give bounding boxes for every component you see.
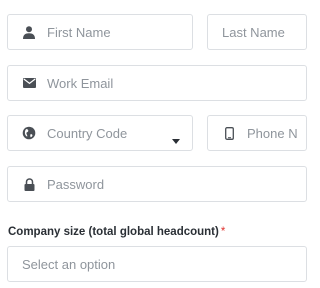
work-email-field[interactable]: Work Email <box>7 65 307 101</box>
chevron-down-icon <box>172 131 180 149</box>
company-size-select[interactable]: Select an option <box>7 246 307 282</box>
globe-icon <box>20 124 38 142</box>
country-code-select[interactable]: Country Code <box>7 115 193 151</box>
phone-placeholder: Phone N <box>247 125 298 141</box>
lock-icon <box>20 175 38 193</box>
company-size-label: Company size (total global headcount) * <box>8 226 225 238</box>
phone-field[interactable]: Phone N <box>207 115 307 151</box>
company-size-placeholder: Select an option <box>22 256 116 272</box>
company-size-label-text: Company size (total global headcount) <box>8 226 219 238</box>
last-name-field[interactable]: Last Name <box>207 14 307 50</box>
password-field[interactable]: Password <box>7 166 307 202</box>
first-name-placeholder: First Name <box>47 24 111 40</box>
required-asterisk: * <box>220 226 226 238</box>
last-name-placeholder: Last Name <box>222 24 285 40</box>
work-email-placeholder: Work Email <box>47 75 114 91</box>
country-code-placeholder: Country Code <box>47 125 128 141</box>
phone-icon <box>220 124 238 142</box>
user-icon <box>20 23 38 41</box>
password-placeholder: Password <box>47 176 105 192</box>
first-name-field[interactable]: First Name <box>7 14 193 50</box>
envelope-icon <box>20 74 38 92</box>
